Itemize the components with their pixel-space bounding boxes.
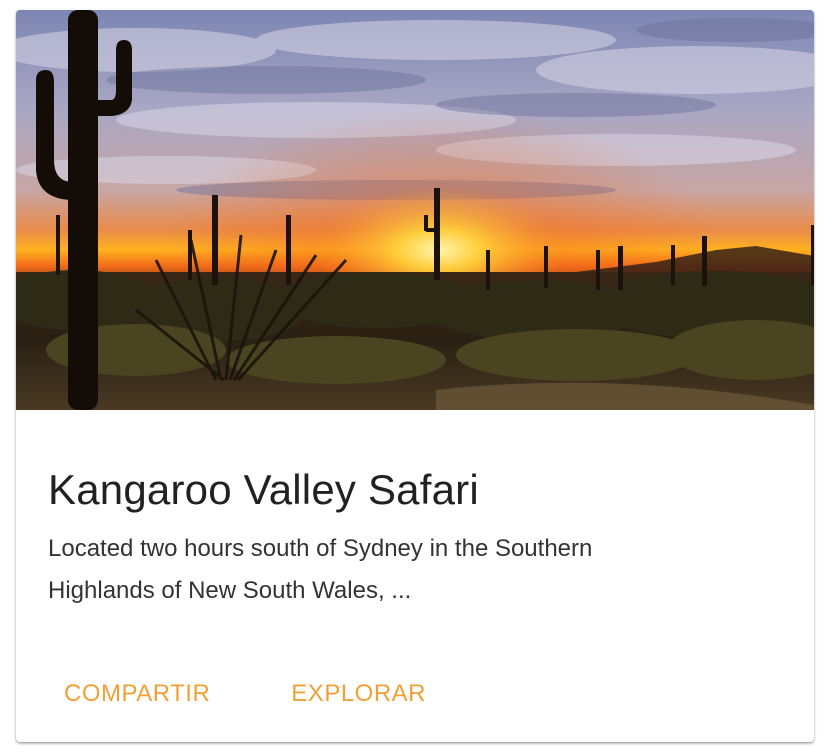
share-button[interactable]: COMPARTIR — [64, 680, 210, 708]
card-description: Located two hours south of Sydney in the… — [48, 535, 593, 604]
card-actions: COMPARTIR EXPLORAR — [48, 674, 507, 714]
card-media-image — [16, 10, 814, 410]
explore-button[interactable]: EXPLORAR — [291, 680, 426, 708]
safari-card: Kangaroo Valley Safari Located two hours… — [16, 10, 814, 742]
card-title: Kangaroo Valley Safari — [48, 466, 479, 513]
